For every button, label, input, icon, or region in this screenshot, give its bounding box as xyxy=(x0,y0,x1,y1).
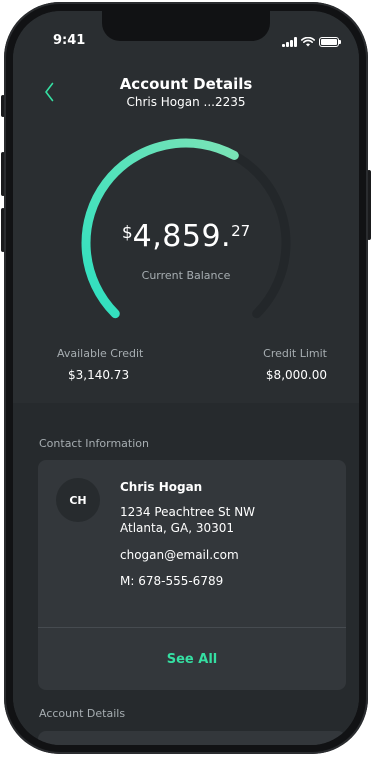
avatar: CH xyxy=(56,478,100,522)
signal-icon xyxy=(282,37,297,47)
see-all-button[interactable]: See All xyxy=(38,628,346,690)
contact-address-line1: 1234 Peachtree St NW xyxy=(120,505,256,519)
device-bezel: 9:41 Account Details Chris Hogan ...2235 xyxy=(4,2,368,754)
balance-whole: 4,859. xyxy=(132,219,232,254)
notch xyxy=(102,11,270,41)
account-details-card xyxy=(38,731,346,745)
contact-card: CH Chris Hogan 1234 Peachtree St NW Atla… xyxy=(38,460,346,690)
credit-limit-label: Credit Limit xyxy=(263,347,327,360)
phone-frame: 9:41 Account Details Chris Hogan ...2235 xyxy=(0,0,372,757)
battery-icon xyxy=(319,37,341,47)
contact-address-line2: Atlanta, GA, 30301 xyxy=(120,521,234,535)
account-details-heading: Account Details xyxy=(39,707,126,720)
contact-email: chogan@email.com xyxy=(120,548,239,562)
available-credit-label: Available Credit xyxy=(57,347,144,360)
screen: 9:41 Account Details Chris Hogan ...2235 xyxy=(13,11,359,745)
balance-cents: 27 xyxy=(231,222,251,240)
current-balance-amount: $4,859.27 xyxy=(13,219,359,254)
account-holder-subtitle: Chris Hogan ...2235 xyxy=(126,95,246,109)
status-time: 9:41 xyxy=(53,33,86,48)
currency-symbol: $ xyxy=(121,223,133,243)
wifi-icon xyxy=(301,37,315,47)
credit-limit-value: $8,000.00 xyxy=(265,368,327,382)
current-balance-label: Current Balance xyxy=(141,269,231,282)
status-icons xyxy=(282,36,341,48)
available-credit-value: $3,140.73 xyxy=(68,368,130,382)
contact-phone: M: 678-555-6789 xyxy=(120,574,224,588)
page-title: Account Details xyxy=(119,75,253,93)
contact-information-heading: Contact Information xyxy=(39,437,149,450)
contact-name: Chris Hogan xyxy=(120,480,203,494)
